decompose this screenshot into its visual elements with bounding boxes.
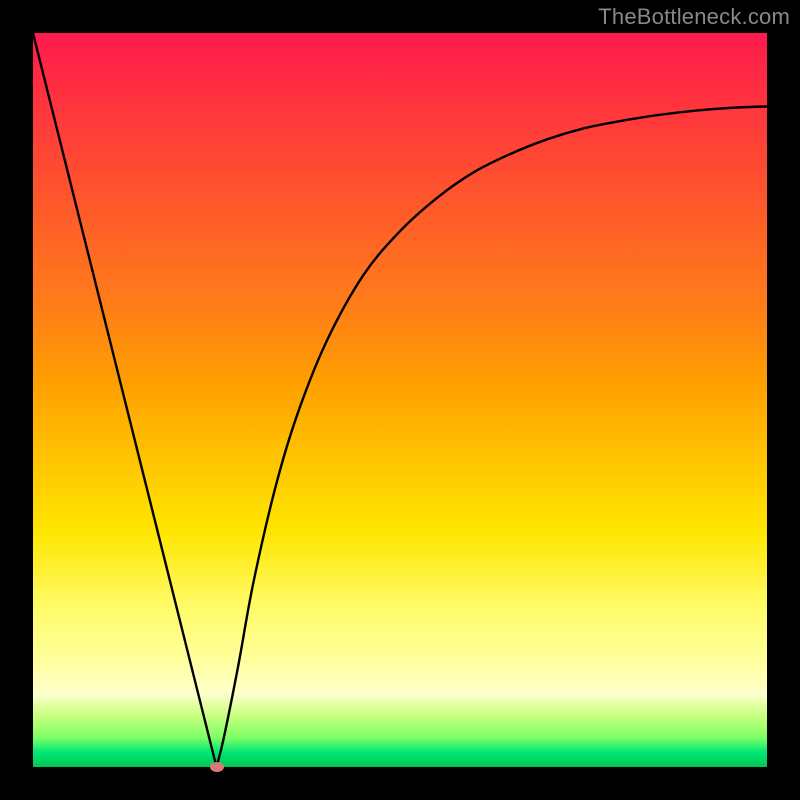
- minimum-marker: [210, 762, 224, 772]
- bottleneck-curve: [33, 33, 767, 767]
- plot-area: [33, 33, 767, 767]
- curve-path: [33, 33, 767, 767]
- watermark-text: TheBottleneck.com: [598, 4, 790, 30]
- chart-frame: TheBottleneck.com: [0, 0, 800, 800]
